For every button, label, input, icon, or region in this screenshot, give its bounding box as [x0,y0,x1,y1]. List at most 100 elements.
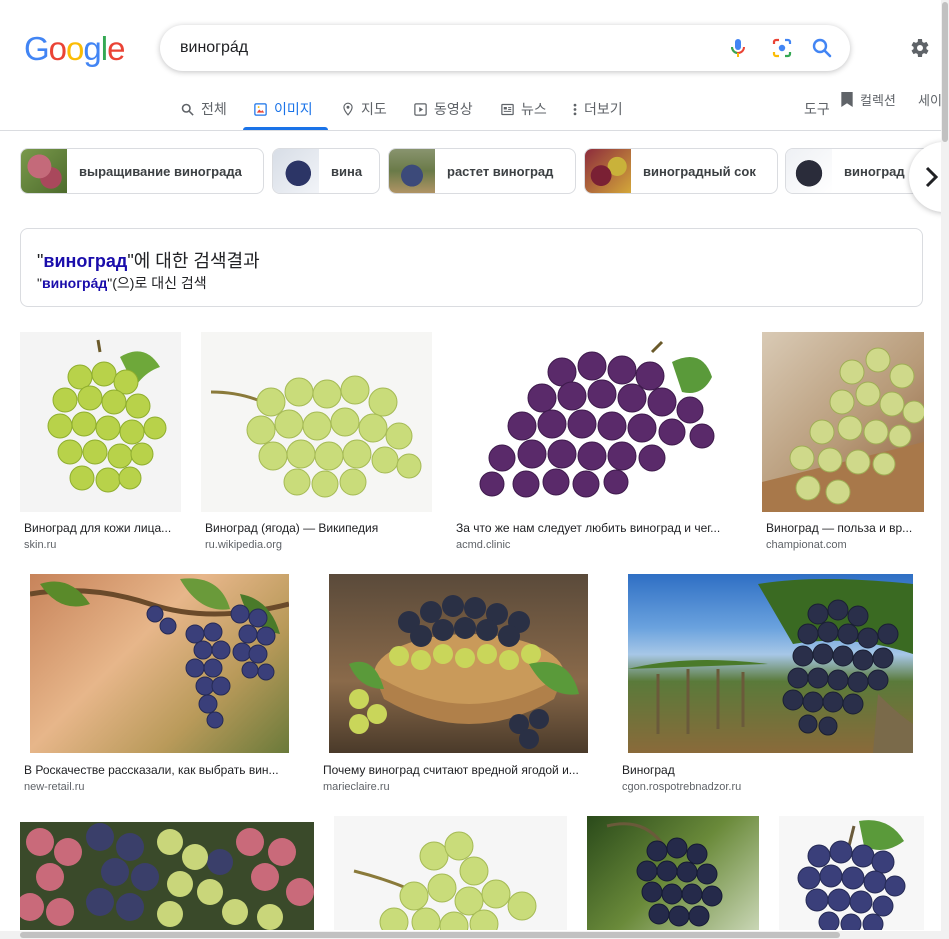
result-title[interactable]: Почему виноград считают вредной ягодой и… [323,763,595,777]
chip-label: вина [331,163,363,179]
result-source[interactable]: championat.com [766,539,847,551]
result-title[interactable]: Виноград для кожи лица... [24,521,180,535]
chip-thumbnail [585,149,631,193]
logo-letter: e [107,30,125,67]
horizontal-scrollbar-thumb[interactable] [20,932,840,938]
search-icon[interactable] [810,36,834,60]
search-box[interactable]: виногрáд [160,25,850,71]
result-source[interactable]: marieclaire.ru [323,781,390,793]
green-grapes-image [353,831,537,930]
settings-gear-icon[interactable] [907,36,931,60]
showing-results-for: "виноград"에 대한 검색결과 [37,247,260,273]
chip-label: виноградный сок [643,163,756,179]
related-chip[interactable]: виноградный сок [584,148,778,194]
result-image[interactable] [30,574,289,753]
image-result[interactable]: За что же нам следует любить виноград и … [452,332,742,552]
microphone-icon[interactable] [726,36,750,60]
related-chip[interactable]: выращивание винограда [20,148,264,194]
logo-letter: G [24,30,50,67]
mixed-grapes-image [20,823,314,930]
tab-label: 지도 [361,101,387,117]
search-input[interactable]: виногрáд [180,39,248,57]
dark-grapes-vine-image [30,578,289,729]
google-logo[interactable]: Google [24,30,125,68]
search-icon [181,103,194,116]
tab-label: 뉴스 [521,101,547,117]
result-image[interactable] [628,574,913,753]
result-source[interactable]: cgon.rospotrebnadzor.ru [622,781,741,793]
tab-images[interactable]: 이미지 [253,99,313,119]
result-title[interactable]: В Роскачестве рассказали, как выбрать ви… [24,763,296,777]
camera-lens-icon[interactable] [770,36,794,60]
tab-label: 이미지 [274,101,313,117]
image-result[interactable] [587,816,759,930]
result-title[interactable]: Виноград (ягода) — Википедия [205,521,431,535]
collections-label: 컬렉션 [860,93,896,108]
image-result[interactable]: Виноград (ягода) — Википедия ru.wikipedi… [201,332,432,552]
bookmark-icon [841,91,853,108]
purple-grapes-image [479,340,715,498]
original-query-link[interactable]: виногрáд [42,275,107,291]
result-source[interactable]: skin.ru [24,539,56,551]
header-divider [0,130,949,131]
video-icon [414,102,427,116]
news-icon [501,103,514,115]
search-instead-suffix: (으)로 대신 검색 [112,275,207,291]
logo-letter: o [48,30,67,67]
chip-label: виноград [844,163,905,179]
tab-label: 전체 [201,101,227,117]
safesearch-button[interactable]: 세이 [918,90,942,109]
tab-videos[interactable]: 동영상 [413,99,473,119]
logo-letter: o [66,30,84,67]
tab-news[interactable]: 뉴스 [500,99,547,119]
related-chip[interactable]: виноград [785,148,925,194]
chip-thumbnail [786,149,832,193]
spelling-correction-box: "виноград"에 대한 검색결과 "виногрáд"(으)로 대신 검색 [20,228,923,307]
related-chip[interactable]: растет виноград [388,148,576,194]
result-image[interactable] [452,332,742,512]
tab-all[interactable]: 전체 [180,99,227,119]
grapes-in-basket-image [349,595,579,749]
result-source[interactable]: acmd.clinic [456,539,510,551]
image-result[interactable]: Почему виноград считают вредной ягодой и… [319,574,598,794]
result-title[interactable]: За что же нам следует любить виноград и … [456,521,738,535]
tools-button[interactable]: 도구 [804,99,830,119]
result-image[interactable] [20,332,181,512]
image-result[interactable] [20,822,314,930]
image-result[interactable]: Виноград — польза и вр... championat.com [762,332,924,552]
collections-button[interactable]: 컬렉션 [840,90,896,109]
chevron-right-icon [925,166,939,188]
result-title[interactable]: Виноград — польза и вр... [766,521,920,535]
green-grapes-image [47,339,167,493]
image-result[interactable]: Виноград cgon.rospotrebnadzor.ru [618,574,923,794]
tab-more[interactable]: 더보기 [572,99,623,119]
result-image[interactable] [329,574,588,753]
result-source[interactable]: new-retail.ru [24,781,85,793]
chip-thumbnail [273,149,319,193]
search-instead-for: "виногрáд"(으)로 대신 검색 [37,273,207,293]
result-title[interactable]: Виноград [622,763,920,777]
image-result[interactable] [334,816,567,930]
chip-label: выращивание винограда [79,163,242,179]
tab-maps[interactable]: 지도 [341,99,387,119]
related-chip[interactable]: вина [272,148,380,194]
corrected-query-link[interactable]: виноград [43,251,127,271]
result-image[interactable] [762,332,924,512]
logo-letter: g [83,30,101,67]
result-image[interactable] [201,332,432,512]
green-grapes-image [210,375,422,498]
result-image[interactable] [20,822,314,930]
result-image[interactable] [779,816,924,930]
image-icon [254,102,267,116]
image-result[interactable] [779,816,924,930]
result-image[interactable] [587,816,759,930]
map-pin-icon [343,102,353,116]
result-image[interactable] [334,816,567,930]
image-result[interactable]: Виноград для кожи лица... skin.ru [20,332,181,552]
vertical-scrollbar-thumb[interactable] [942,2,948,142]
dark-grapes-vine-image [606,822,723,927]
result-source[interactable]: ru.wikipedia.org [205,539,282,551]
image-result[interactable]: В Роскачестве рассказали, как выбрать ви… [20,574,299,794]
tab-label: 더보기 [584,101,623,117]
chip-thumbnail [21,149,67,193]
